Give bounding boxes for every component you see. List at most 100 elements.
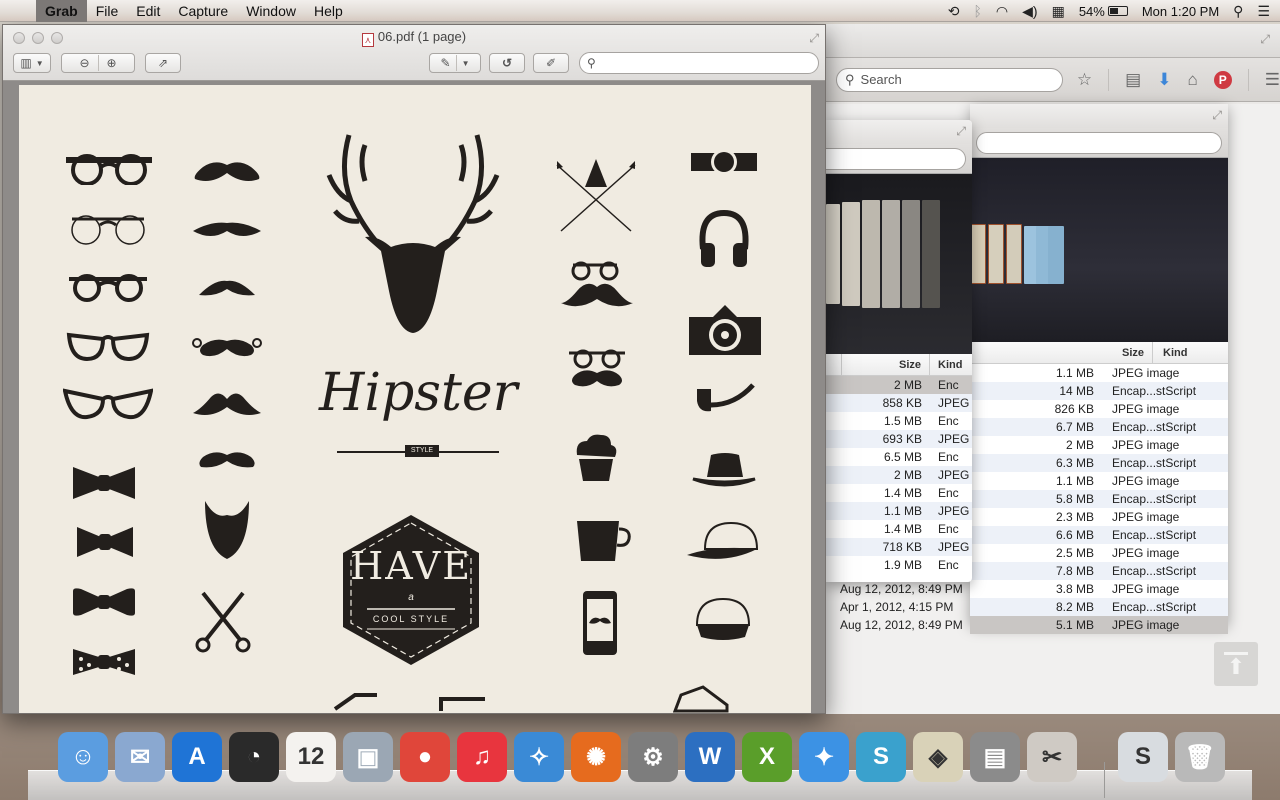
browser-search-input[interactable]: ⚲ Search (836, 67, 1063, 92)
scroll-to-top-button[interactable]: ⬆ (1214, 642, 1258, 686)
cover-flow-item[interactable] (826, 204, 840, 304)
dock-downloads-stack[interactable]: S (1118, 732, 1168, 782)
bookmark-star-icon[interactable]: ☆ (1077, 70, 1092, 90)
file-row[interactable]: 858 KB JPEG (826, 394, 972, 412)
download-icon[interactable]: ⬇ (1157, 70, 1171, 90)
file-row[interactable]: 826 KB JPEG image (970, 400, 1228, 418)
time-machine-icon[interactable]: ⟲ (948, 3, 960, 20)
cover-flow-item[interactable] (862, 200, 880, 308)
menu-window[interactable]: Window (237, 0, 305, 22)
file-row[interactable]: 1.4 MB Enc (826, 484, 972, 502)
file-row[interactable]: 6.6 MB Encap...stScript (970, 526, 1228, 544)
menu-hamburger-icon[interactable]: ☰ (1265, 70, 1280, 90)
dock-grab[interactable]: ✂ (1027, 732, 1077, 782)
file-row[interactable]: 5.8 MB Encap...stScript (970, 490, 1228, 508)
file-row[interactable]: 718 KB JPEG (826, 538, 972, 556)
menu-edit[interactable]: Edit (127, 0, 169, 22)
fullscreen-icon[interactable]: ⤢ (809, 31, 819, 46)
cover-flow-view[interactable] (826, 174, 972, 354)
dock-calendar[interactable]: 12 (286, 732, 336, 782)
file-row[interactable]: 2 MB Enc (826, 376, 972, 394)
dock-dashboard[interactable]: ◔ (229, 732, 279, 782)
home-icon[interactable]: ⌂ (1187, 70, 1197, 90)
spotlight-icon[interactable]: ⚲ (1233, 3, 1243, 20)
file-row[interactable]: 1.1 MB JPEG (826, 502, 972, 520)
file-row[interactable]: 6.3 MB Encap...stScript (970, 454, 1228, 472)
fullscreen-icon[interactable]: ⤢ (1260, 32, 1270, 47)
column-kind-header[interactable]: Kind (930, 354, 962, 375)
menu-clock[interactable]: Mon 1:20 PM (1142, 4, 1219, 19)
dock-tweetbot[interactable]: ✦ (799, 732, 849, 782)
cover-flow-item[interactable] (1006, 224, 1022, 284)
file-row[interactable]: 2 MB JPEG (826, 466, 972, 484)
input-menu-icon[interactable]: ▦ (1052, 3, 1065, 20)
menu-app-name[interactable]: Grab (36, 0, 87, 22)
menu-file[interactable]: File (87, 0, 128, 22)
notification-center-icon[interactable]: ☰ (1257, 3, 1270, 20)
wifi-icon[interactable]: ◠ (996, 3, 1008, 20)
file-row[interactable]: Apr 1, 2012, 4:15 PM 8.2 MB Encap...stScri… (840, 598, 1228, 616)
annotate-button[interactable]: ✎ ▼ (429, 53, 481, 73)
file-row[interactable]: 1.1 MB JPEG image (970, 472, 1228, 490)
file-row[interactable]: 7.8 MB Encap...stScript (970, 562, 1228, 580)
file-row[interactable]: 2 MB JPEG image (970, 436, 1228, 454)
pinterest-icon[interactable]: P (1213, 70, 1232, 89)
menu-help[interactable]: Help (305, 0, 352, 22)
bookmarks-list-icon[interactable]: ▤ (1125, 70, 1141, 90)
file-row[interactable]: 14 MB Encap...stScript (970, 382, 1228, 400)
menu-capture[interactable]: Capture (169, 0, 237, 22)
dock-mail[interactable]: ✉ (115, 732, 165, 782)
cover-flow-item[interactable] (882, 200, 900, 308)
zoom-out-icon[interactable]: ⊖ (79, 56, 89, 70)
file-row[interactable]: Aug 12, 2012, 8:49 PM 3.8 MB JPEG image (840, 580, 1228, 598)
dock-microsoft-excel[interactable]: X (742, 732, 792, 782)
dock-trash[interactable]: 🗑 (1175, 732, 1225, 782)
file-row[interactable]: 1.1 MB JPEG image (970, 364, 1228, 382)
column-date-header[interactable] (970, 342, 1075, 363)
battery-indicator[interactable]: 54% (1079, 4, 1128, 19)
dock-system-preferences[interactable]: ⚙ (628, 732, 678, 782)
file-row[interactable]: 693 KB JPEG (826, 430, 972, 448)
share-button[interactable]: ⇗ (145, 53, 181, 73)
edit-toolbar-button[interactable]: ✐ (533, 53, 569, 73)
dock-printer[interactable]: ▤ (970, 732, 1020, 782)
dock-finder[interactable]: ☺ (58, 732, 108, 782)
rotate-button[interactable]: ↺ (489, 53, 525, 73)
fullscreen-icon[interactable]: ⤢ (1212, 108, 1222, 123)
cover-flow-item[interactable] (902, 200, 920, 308)
file-row[interactable]: 2.3 MB JPEG image (970, 508, 1228, 526)
dock-microsoft-word[interactable]: W (685, 732, 735, 782)
file-row[interactable]: 6.5 MB Enc (826, 448, 972, 466)
cover-flow-item[interactable] (988, 224, 1004, 284)
finder-search-input[interactable] (826, 148, 966, 170)
volume-icon[interactable]: ◀) (1022, 3, 1037, 20)
file-row[interactable]: 1.5 MB Enc (826, 412, 972, 430)
dock-silhouette-studio[interactable]: S (856, 732, 906, 782)
file-row[interactable]: 2.5 MB JPEG image (970, 544, 1228, 562)
fullscreen-icon[interactable]: ⤢ (956, 124, 966, 139)
bluetooth-icon[interactable]: ᛒ (974, 3, 982, 19)
column-size-header[interactable]: Size (842, 354, 930, 375)
column-kind-header[interactable]: Kind (1153, 342, 1187, 363)
file-row[interactable]: 1.4 MB Enc (826, 520, 972, 538)
cover-flow-item[interactable] (922, 200, 940, 308)
cover-flow-view[interactable] (970, 158, 1228, 342)
column-size-header[interactable]: Size (1113, 342, 1153, 363)
pdf-search-input[interactable]: ⚲ (579, 52, 819, 74)
dock-iphoto[interactable]: ▣ (343, 732, 393, 782)
dock-google-chrome[interactable]: ● (400, 732, 450, 782)
dock-app-store[interactable]: A (172, 732, 222, 782)
cover-flow-item[interactable] (970, 224, 986, 284)
dock-itunes[interactable]: ♫ (457, 732, 507, 782)
zoom-in-icon[interactable]: ⊕ (107, 56, 117, 70)
dock-safari[interactable]: ✧ (514, 732, 564, 782)
finder-search-input[interactable] (976, 132, 1222, 154)
sidebar-view-button[interactable]: ▥ ▼ (13, 53, 51, 73)
cover-flow-item[interactable] (1048, 226, 1064, 284)
file-row[interactable]: 1.9 MB Enc (826, 556, 972, 574)
cover-flow-item[interactable] (842, 202, 860, 306)
dock-firefox[interactable]: ✺ (571, 732, 621, 782)
file-row[interactable]: 6.7 MB Encap...stScript (970, 418, 1228, 436)
dock-maps[interactable]: ◈ (913, 732, 963, 782)
file-row[interactable]: Aug 12, 2012, 8:49 PM 5.1 MB JPEG image (840, 616, 1228, 634)
